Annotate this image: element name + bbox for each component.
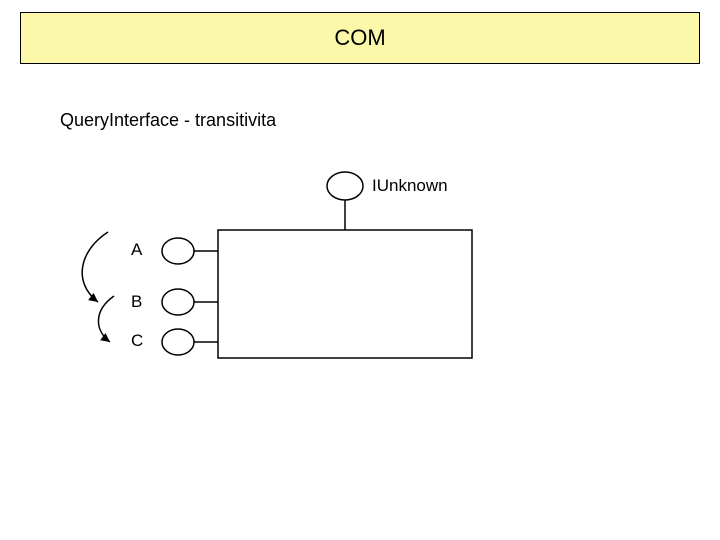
arrow-a-to-b bbox=[82, 232, 108, 302]
iunknown-node bbox=[327, 172, 363, 200]
interface-c-node bbox=[162, 329, 194, 355]
com-diagram bbox=[0, 0, 720, 540]
arrow-b-to-c bbox=[98, 296, 114, 342]
interface-a-node bbox=[162, 238, 194, 264]
interface-b-label: B bbox=[131, 292, 142, 312]
interface-c-label: C bbox=[131, 331, 143, 351]
iunknown-label: IUnknown bbox=[372, 176, 448, 196]
component-box bbox=[218, 230, 472, 358]
interface-b-node bbox=[162, 289, 194, 315]
interface-a-label: A bbox=[131, 240, 142, 260]
